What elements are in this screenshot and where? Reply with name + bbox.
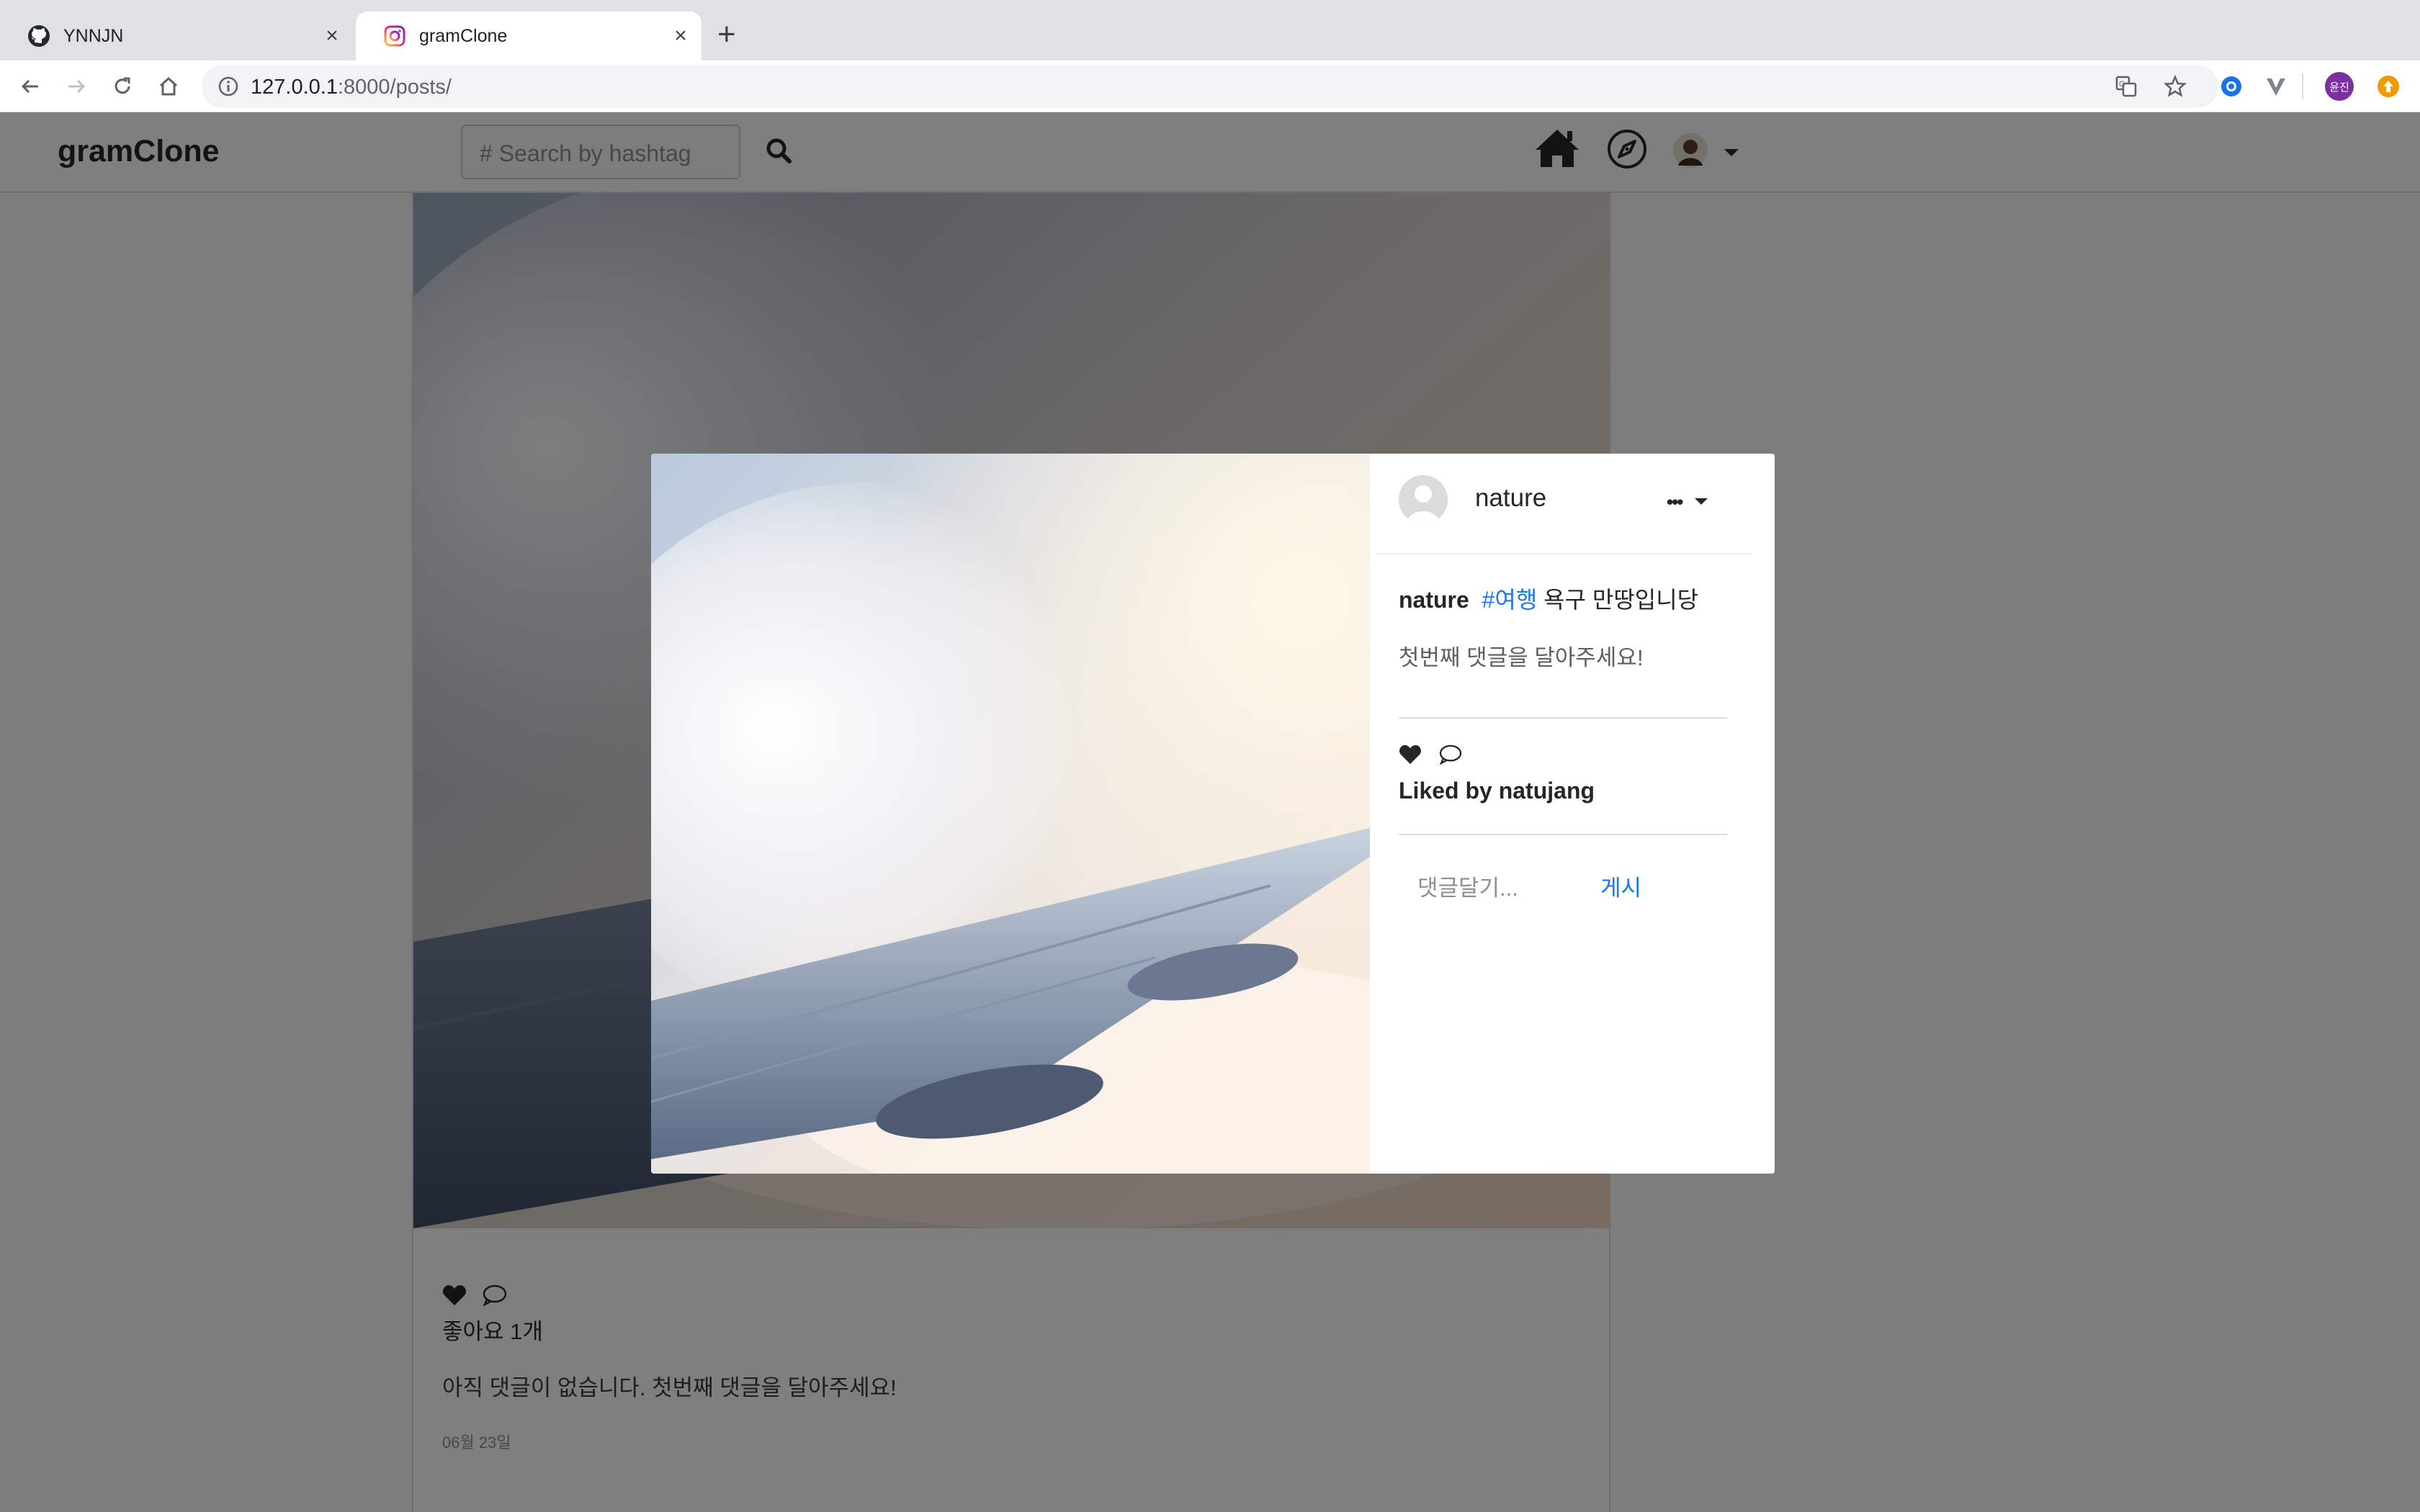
- caption-text: 욕구 만땅입니당: [1543, 587, 1699, 613]
- instagram-icon: [383, 24, 406, 48]
- tab-ynnjn[interactable]: YNNJN ×: [0, 12, 353, 60]
- tab-title: gramClone: [419, 25, 508, 46]
- url-host: 127.0.0.1: [251, 76, 338, 99]
- url-path: :8000/posts/: [337, 76, 452, 99]
- modal-header: nature •••: [1377, 454, 1752, 554]
- caret-down-icon: [1695, 496, 1708, 509]
- comment-input[interactable]: 댓글달기...: [1417, 870, 1518, 902]
- back-arrow-icon[interactable]: [16, 72, 45, 101]
- extension-v-icon[interactable]: [2262, 72, 2290, 101]
- post-detail-modal: nature ••• nature #여행 욕구 만땅입니당 첫번째 댓글을 달…: [651, 454, 1775, 1174]
- github-icon: [27, 24, 50, 48]
- profile-initials: 윤진: [2325, 72, 2354, 101]
- more-options-button[interactable]: •••: [1667, 491, 1708, 513]
- extension-compass-icon[interactable]: [2217, 72, 2246, 101]
- browser-toolbar: 127.0.0.1:8000/posts/ G 윤진: [0, 60, 2420, 112]
- new-tab-icon[interactable]: +: [717, 19, 736, 50]
- home-icon[interactable]: [154, 72, 183, 101]
- bookmark-star-icon[interactable]: [2161, 72, 2190, 101]
- toolbar-divider: [2302, 73, 2303, 99]
- avatar[interactable]: [1399, 475, 1448, 524]
- forward-arrow-icon[interactable]: [62, 72, 91, 101]
- modal-post-image: [651, 454, 1370, 1174]
- hashtag-link[interactable]: #여행: [1482, 587, 1538, 613]
- tab-gramclone[interactable]: gramClone ×: [356, 12, 702, 60]
- site-info-icon[interactable]: [218, 76, 239, 101]
- address-bar[interactable]: 127.0.0.1:8000/posts/: [202, 65, 2218, 108]
- more-dots-icon: •••: [1667, 491, 1683, 513]
- tab-title: YNNJN: [63, 25, 124, 46]
- modal-sidebar: nature ••• nature #여행 욕구 만땅입니당 첫번째 댓글을 달…: [1370, 454, 1775, 1174]
- close-icon[interactable]: ×: [321, 25, 343, 47]
- profile-avatar[interactable]: 윤진: [2325, 72, 2354, 101]
- modal-actions: [1399, 744, 1462, 768]
- divider: [1399, 717, 1727, 719]
- caption-username[interactable]: nature: [1399, 587, 1469, 613]
- translate-icon[interactable]: G: [2112, 72, 2141, 101]
- liked-by-text: Liked by natujang: [1399, 778, 1595, 804]
- modal-username[interactable]: nature: [1475, 484, 1546, 513]
- reload-icon[interactable]: [108, 72, 137, 101]
- url-text: 127.0.0.1:8000/posts/: [251, 76, 452, 99]
- post-comment-button[interactable]: 게시: [1600, 870, 1641, 902]
- update-icon[interactable]: [2374, 72, 2403, 101]
- browser-tab-bar: YNNJN × gramClone × +: [0, 0, 2420, 60]
- svg-text:G: G: [2119, 80, 2125, 89]
- close-icon[interactable]: ×: [670, 25, 691, 47]
- comment-icon[interactable]: [1439, 744, 1462, 768]
- divider: [1399, 834, 1727, 835]
- post-caption: nature #여행 욕구 만땅입니당: [1399, 582, 1698, 615]
- heart-icon[interactable]: [1399, 744, 1422, 768]
- no-comments-text: 첫번째 댓글을 달아주세요!: [1399, 645, 1644, 670]
